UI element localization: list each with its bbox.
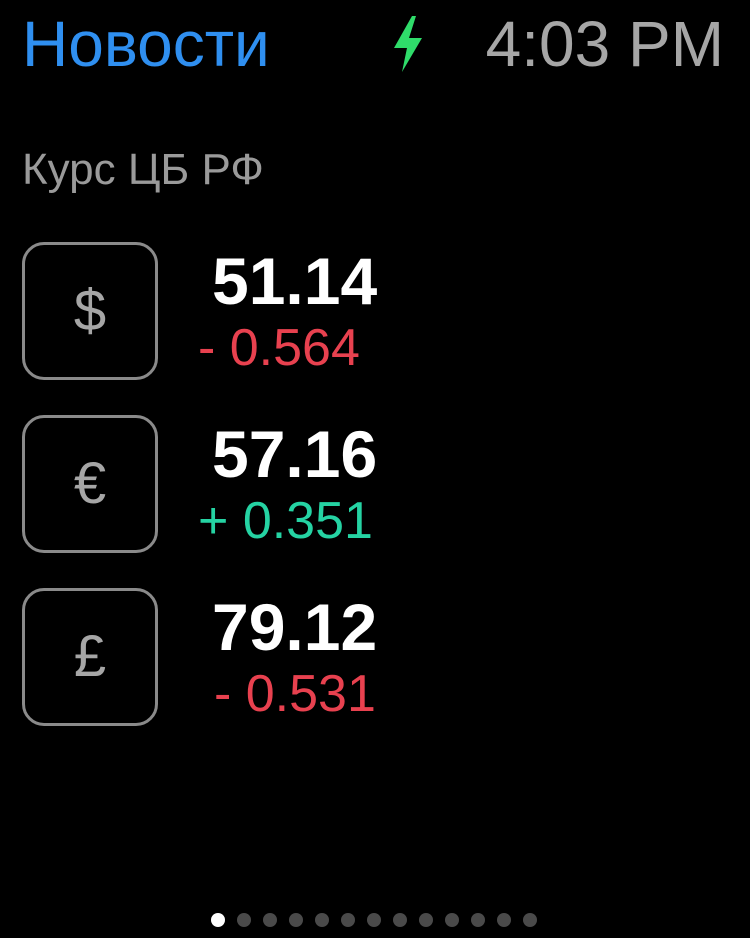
rate-row-gbp[interactable]: £ 79.12 - 0.531 <box>0 588 750 738</box>
back-link-news[interactable]: Новости <box>22 6 270 82</box>
currency-button-eur[interactable]: € <box>22 415 158 553</box>
clock: 4:03 PM <box>485 8 724 80</box>
page-dot[interactable] <box>211 913 225 927</box>
rate-change-eur: + 0.351 <box>198 492 373 550</box>
euro-icon: € <box>73 451 107 516</box>
pound-icon: £ <box>73 624 107 689</box>
rate-change-gbp: - 0.531 <box>214 665 376 723</box>
rate-change-usd: - 0.564 <box>198 319 360 377</box>
rate-value-gbp: 79.12 <box>212 590 378 664</box>
section-title: Курс ЦБ РФ <box>22 145 264 194</box>
page-dot[interactable] <box>289 913 303 927</box>
page-dot[interactable] <box>237 913 251 927</box>
page-dot[interactable] <box>497 913 511 927</box>
page-dot[interactable] <box>263 913 277 927</box>
page-dot[interactable] <box>341 913 355 927</box>
dollar-icon: $ <box>73 278 107 343</box>
page-dot[interactable] <box>419 913 433 927</box>
rate-row-usd[interactable]: $ 51.14 - 0.564 <box>0 242 750 392</box>
rate-value-usd: 51.14 <box>212 244 378 318</box>
rate-value-eur: 57.16 <box>212 417 378 491</box>
currency-button-usd[interactable]: $ <box>22 242 158 380</box>
currency-button-gbp[interactable]: £ <box>22 588 158 726</box>
page-dot[interactable] <box>445 913 459 927</box>
page-dot[interactable] <box>393 913 407 927</box>
status-bar: Новости 4:03 PM <box>0 0 750 90</box>
page-dot[interactable] <box>471 913 485 927</box>
page-dot[interactable] <box>367 913 381 927</box>
charging-bolt-icon <box>394 16 422 72</box>
rate-row-eur[interactable]: € 57.16 + 0.351 <box>0 415 750 565</box>
page-indicator[interactable] <box>0 913 749 929</box>
page-dot[interactable] <box>523 913 537 927</box>
page-dot[interactable] <box>315 913 329 927</box>
